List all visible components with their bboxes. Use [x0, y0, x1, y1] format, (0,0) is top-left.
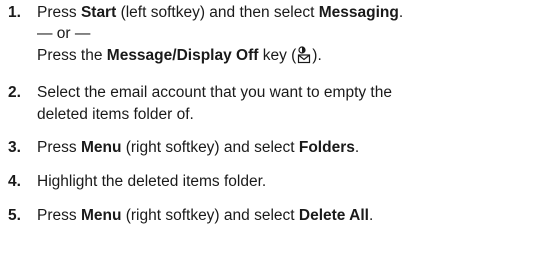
step-number: 1. — [8, 4, 21, 21]
step-1-or-separator: — or — — [37, 25, 91, 42]
step-number: 2. — [8, 84, 21, 101]
message-display-off-label: Message/Display Off — [106, 47, 259, 64]
step-2: 2. Select the email account that you wan… — [8, 83, 553, 127]
instruction-list: 1. Press Start (left softkey) and then s… — [0, 0, 556, 256]
step-number: 4. — [8, 173, 21, 190]
delete-all-label: Delete All — [298, 207, 369, 224]
messaging-label: Messaging — [318, 4, 399, 21]
step-3: 3. Press Menu (right softkey) and select… — [8, 138, 553, 160]
step-number: 5. — [8, 207, 21, 224]
menu-softkey-label: Menu — [80, 207, 122, 224]
step-3-text: Press Menu (right softkey) and select Fo… — [37, 139, 360, 156]
step-4-text: Highlight the deleted items folder. — [37, 173, 267, 190]
message-display-off-key-icon — [297, 46, 311, 64]
folders-label: Folders — [298, 139, 355, 156]
step-2-line-1: Select the email account that you want t… — [37, 84, 392, 101]
step-1-line-3: Press the Message/Display Off key ( ). — [37, 46, 322, 64]
step-1-line-1: Press Start (left softkey) and then sele… — [37, 4, 404, 21]
step-5-text: Press Menu (right softkey) and select De… — [37, 207, 374, 224]
step-number: 3. — [8, 139, 21, 156]
step-2-line-2: deleted items folder of. — [37, 106, 194, 123]
step-4: 4. Highlight the deleted items folder. — [8, 172, 553, 194]
start-softkey-label: Start — [80, 4, 117, 21]
menu-softkey-label: Menu — [80, 139, 122, 156]
step-5: 5. Press Menu (right softkey) and select… — [8, 206, 553, 228]
step-1: 1. Press Start (left softkey) and then s… — [8, 3, 553, 93]
